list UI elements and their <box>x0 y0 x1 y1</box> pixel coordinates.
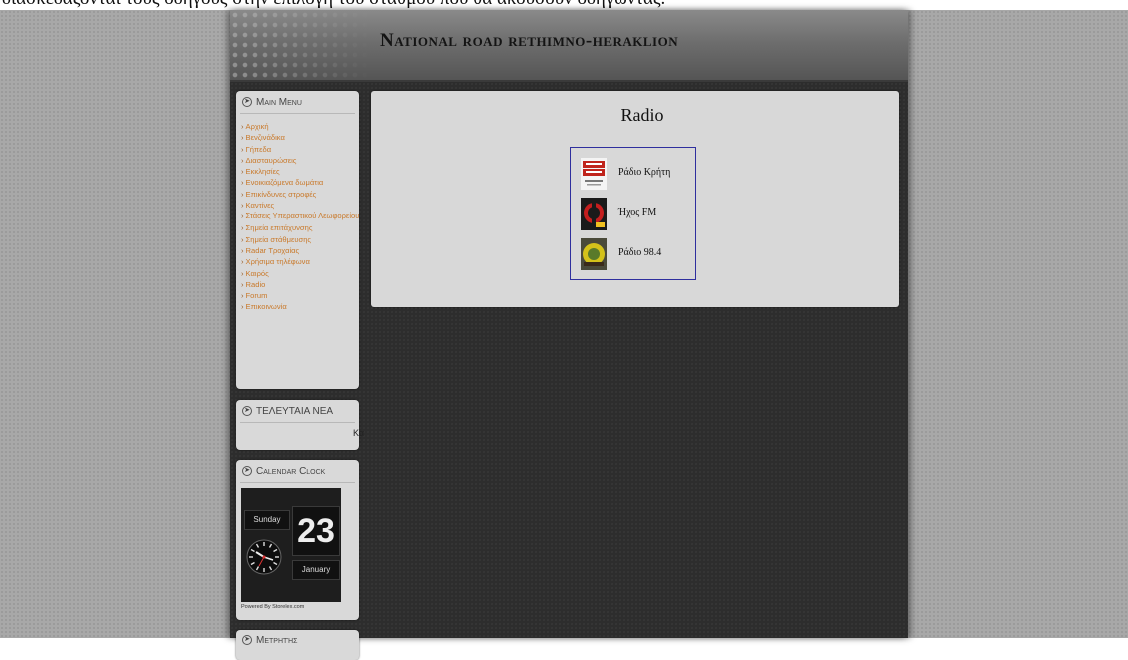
month-card: January <box>292 560 340 580</box>
menu-item-parking[interactable]: › Σημεία στάθμευσης <box>241 234 361 245</box>
menu-item-churches[interactable]: › Εκκλησίες <box>241 166 361 177</box>
chevron-right-icon: › <box>241 245 244 255</box>
menu-item-contact[interactable]: › Επικοινωνία <box>241 301 361 312</box>
menu-item-intersections[interactable]: › Διασταυρώσεις <box>241 155 361 166</box>
news-ticker[interactable]: Κα <box>353 428 364 438</box>
chevron-right-icon: › <box>241 178 244 188</box>
chevron-right-icon: › <box>241 257 244 267</box>
circle-arrow-icon: ➤ <box>242 635 252 646</box>
chevron-right-icon: › <box>241 291 244 301</box>
calendar-clock-box: ➤ Calendar Clock Sunday 23 January Power… <box>236 460 359 620</box>
radio-station-984[interactable]: Ράδιο 98.4 <box>581 238 695 270</box>
menu-item-radio[interactable]: › Radio <box>241 279 361 290</box>
menu-item-canteens[interactable]: › Καντίνες <box>241 200 361 211</box>
counter-box-title: ➤ Μετρητής <box>242 635 297 646</box>
document-caption-text: διασκεδάζονται τους οδηγούς στην επιλογή… <box>0 0 1128 10</box>
chevron-right-icon: › <box>241 201 244 211</box>
analog-clock-icon <box>246 539 282 575</box>
divider <box>240 422 355 423</box>
page-title: Radio <box>620 105 664 125</box>
chevron-right-icon: › <box>241 268 244 278</box>
chevron-right-icon: › <box>241 167 244 177</box>
divider <box>240 113 355 114</box>
menu-item-useful-phones[interactable]: › Χρήσιμα τηλέφωνα <box>241 256 361 267</box>
counter-box: ➤ Μετρητής <box>236 630 359 660</box>
menu-item-weather[interactable]: › Καιρός <box>241 268 361 279</box>
site-container: National road rethimno-heraklion ➤ Main M… <box>230 10 908 660</box>
site-title: National road rethimno-heraklion <box>380 30 679 51</box>
main-menu-list: › Αρχική › Βενζινάδικα › Γήπεδα › Διασταυρώσ… <box>241 121 361 313</box>
menu-item-forum[interactable]: › Forum <box>241 290 361 301</box>
latest-news-title: ➤ ΤΕΛΕΥΤΑΙΑ ΝΕΑ <box>242 406 333 417</box>
radio-station-ixos-fm[interactable]: Ήχος FM <box>581 198 695 230</box>
menu-item-bus-stops[interactable]: › Στάσεις Υπεραστικού Λεωφορείου <box>241 211 361 220</box>
radio-kriti-logo-icon <box>581 158 607 190</box>
divider <box>240 482 355 483</box>
menu-item-gas-stations[interactable]: › Βενζινάδικα <box>241 132 361 143</box>
chevron-right-icon: › <box>241 302 244 312</box>
day-card: Sunday <box>244 510 290 530</box>
chevron-right-icon: › <box>241 122 244 131</box>
circle-arrow-icon: ➤ <box>242 97 252 108</box>
calendar-clock-title: ➤ Calendar Clock <box>242 466 325 477</box>
circle-arrow-icon: ➤ <box>242 406 252 417</box>
circle-arrow-icon: ➤ <box>242 466 252 477</box>
radio-station-list: Ράδιο Κρήτη Ήχος FM Ράδιο 98.4 <box>570 147 696 280</box>
chevron-right-icon: › <box>241 223 244 233</box>
menu-item-stadiums[interactable]: › Γήπεδα <box>241 144 361 155</box>
date-card: 23 <box>292 506 340 556</box>
radio-station-name: Ράδιο 98.4 <box>618 247 662 258</box>
site-header: National road rethimno-heraklion <box>230 10 908 82</box>
menu-item-home[interactable]: › Αρχική <box>241 121 361 132</box>
radio-984-logo-icon <box>581 238 607 270</box>
powered-by-link[interactable]: Powered By Storelex.com <box>241 604 304 610</box>
latest-news-box: ➤ ΤΕΛΕΥΤΑΙΑ ΝΕΑ Κα <box>236 400 364 450</box>
ixos-fm-logo-icon <box>581 198 607 230</box>
menu-item-acceleration-points[interactable]: › Σημεία επιτάχυνσης <box>241 222 361 233</box>
radio-content-box: Radio Ράδιο Κρήτη Ήχος FM Ράδιο 98.4 <box>371 91 899 307</box>
main-menu-box: ➤ Main Menu › Αρχική › Βενζινάδικα › Γήπεδα … <box>236 91 359 389</box>
calendar-clock-widget: Sunday 23 January <box>241 488 341 602</box>
chevron-right-icon: › <box>241 234 244 244</box>
chevron-right-icon: › <box>241 133 244 143</box>
radio-station-name: Ράδιο Κρήτη <box>618 167 671 178</box>
radio-station-kriti[interactable]: Ράδιο Κρήτη <box>581 158 695 190</box>
radio-station-name: Ήχος FM <box>618 207 657 218</box>
main-menu-title: ➤ Main Menu <box>242 97 302 108</box>
chevron-right-icon: › <box>241 155 244 165</box>
menu-item-dangerous-turns[interactable]: › Επικίνδυνες στροφές <box>241 189 361 200</box>
menu-item-radar[interactable]: › Radar Τροχαίας <box>241 245 361 256</box>
chevron-right-icon: › <box>241 144 244 154</box>
chevron-right-icon: › <box>241 211 244 221</box>
menu-item-rooms[interactable]: › Ενοικιαζόμενα δωμάτια <box>241 177 361 188</box>
chevron-right-icon: › <box>241 189 244 199</box>
chevron-right-icon: › <box>241 279 244 289</box>
header-decoration <box>230 10 370 80</box>
